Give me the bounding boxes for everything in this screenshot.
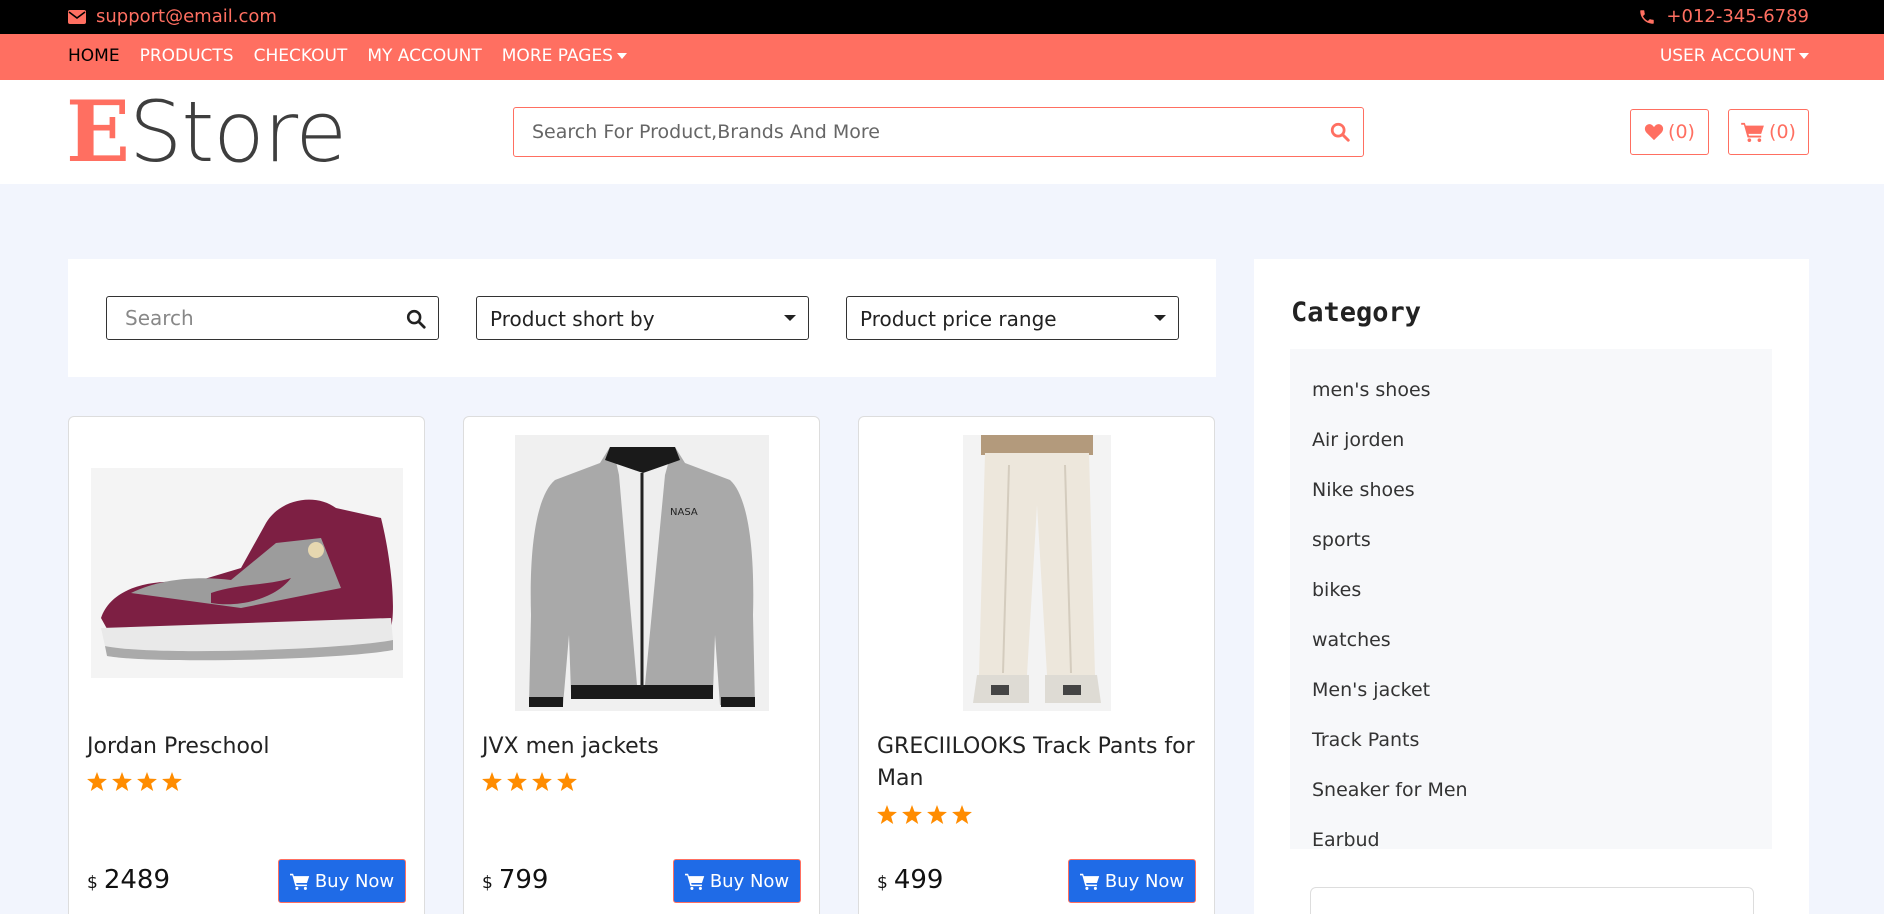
support-phone[interactable]: +012-345-6789: [1638, 6, 1809, 27]
price-range-dropdown-label: Product price range: [860, 307, 1057, 331]
star-icon: [952, 805, 972, 824]
chevron-down-icon: [1799, 53, 1809, 59]
star-icon: [557, 772, 577, 791]
buy-now-label: Buy Now: [709, 870, 790, 892]
buy-now-label: Buy Now: [1104, 870, 1185, 892]
category-item[interactable]: sports: [1312, 529, 1371, 551]
category-sidebar: Category men's shoes Air jorden Nike sho…: [1254, 259, 1809, 914]
category-item[interactable]: Air jorden: [1312, 429, 1404, 451]
category-item[interactable]: bikes: [1312, 579, 1361, 601]
product-search-box: [106, 296, 439, 340]
filter-bar: Product short by Product price range: [68, 259, 1216, 377]
nav-home[interactable]: HOME: [68, 46, 120, 66]
buy-now-button[interactable]: Buy Now: [278, 859, 406, 903]
sort-dropdown[interactable]: Product short by: [476, 296, 809, 340]
cart-count: (0): [1769, 121, 1796, 143]
phone-text: +012-345-6789: [1666, 6, 1809, 27]
currency-symbol: $: [482, 873, 493, 893]
product-price: $2489: [87, 865, 170, 895]
buy-now-button[interactable]: Buy Now: [1068, 859, 1196, 903]
wishlist-button[interactable]: (0): [1630, 109, 1709, 155]
product-image-shoe[interactable]: [87, 435, 407, 711]
product-title[interactable]: JVX men jackets: [482, 731, 802, 763]
star-icon: [877, 805, 897, 824]
product-title[interactable]: GRECIILOOKS Track Pants for Man: [877, 731, 1197, 795]
search-icon[interactable]: [405, 308, 427, 335]
support-email[interactable]: support@email.com: [68, 6, 277, 27]
product-card[interactable]: GRECIILOOKS Track Pants for Man $499 Buy…: [858, 416, 1215, 914]
nav-more-pages[interactable]: MORE PAGES: [502, 46, 627, 66]
wishlist-count: (0): [1668, 121, 1695, 143]
product-search-input[interactable]: [107, 297, 387, 339]
cart-icon: [1079, 873, 1100, 890]
email-text: support@email.com: [96, 6, 277, 27]
nav-my-account[interactable]: MY ACCOUNT: [367, 46, 481, 66]
currency-symbol: $: [87, 873, 98, 893]
star-icon: [532, 772, 552, 791]
buy-now-label: Buy Now: [314, 870, 395, 892]
category-item[interactable]: Nike shoes: [1312, 479, 1415, 501]
search-icon[interactable]: [1329, 121, 1351, 147]
logo-letter: E: [66, 82, 130, 181]
price-range-dropdown[interactable]: Product price range: [846, 296, 1179, 340]
category-item[interactable]: Sneaker for Men: [1312, 779, 1468, 801]
heart-icon: [1644, 124, 1664, 141]
product-price: $799: [482, 865, 548, 895]
star-icon: [507, 772, 527, 791]
price-value: 2489: [103, 865, 170, 895]
nav-more-pages-label: MORE PAGES: [501, 46, 613, 66]
price-value: 499: [893, 865, 944, 895]
site-logo[interactable]: EStore: [66, 82, 347, 181]
product-card[interactable]: Jordan Preschool $2489 Buy Now: [68, 416, 425, 914]
category-item[interactable]: men's shoes: [1312, 379, 1431, 401]
logo-text: Store: [129, 83, 347, 181]
price-value: 799: [498, 865, 549, 895]
chevron-down-icon: [616, 53, 627, 59]
product-card[interactable]: NASA JVX men jackets $799 Buy Now: [463, 416, 820, 914]
envelope-icon: [68, 9, 86, 24]
top-bar: support@email.com +012-345-6789: [0, 0, 1884, 34]
category-list[interactable]: men's shoes Air jorden Nike shoes sports…: [1290, 349, 1772, 849]
category-heading: Category: [1291, 297, 1422, 328]
product-image-jacket[interactable]: NASA: [482, 435, 802, 711]
product-image-track-pants[interactable]: [877, 435, 1197, 711]
phone-icon: [1640, 9, 1655, 24]
star-icon: [927, 805, 947, 824]
cart-icon: [289, 873, 310, 890]
star-icon: [112, 772, 132, 791]
category-item[interactable]: Track Pants: [1312, 729, 1419, 751]
sidebar-product-card[interactable]: [1310, 887, 1754, 914]
category-item[interactable]: Earbud: [1312, 829, 1380, 849]
nav-user-account[interactable]: USER ACCOUNT: [1660, 46, 1809, 66]
cart-icon: [684, 873, 705, 890]
star-icon: [482, 772, 502, 791]
nav-products[interactable]: PRODUCTS: [140, 46, 234, 66]
nav-user-account-label: USER ACCOUNT: [1659, 46, 1795, 66]
cart-icon: [1741, 122, 1764, 142]
main-search-input[interactable]: [514, 108, 1314, 156]
star-icon: [162, 772, 182, 791]
nav-checkout[interactable]: CHECKOUT: [254, 46, 348, 66]
star-icon: [137, 772, 157, 791]
chevron-down-icon: [784, 315, 796, 321]
header: EStore (0) (0): [0, 80, 1884, 184]
sort-dropdown-label: Product short by: [490, 307, 655, 331]
main-nav: HOME PRODUCTS CHECKOUT MY ACCOUNT MORE P…: [0, 34, 1884, 80]
product-rating: [87, 772, 182, 791]
main-search-box: [513, 107, 1364, 157]
star-icon: [902, 805, 922, 824]
star-icon: [87, 772, 107, 791]
chevron-down-icon: [1154, 315, 1166, 321]
product-price: $499: [877, 865, 943, 895]
category-item[interactable]: watches: [1312, 629, 1391, 651]
cart-button[interactable]: (0): [1728, 109, 1809, 155]
category-item[interactable]: Men's jacket: [1312, 679, 1430, 701]
svg-text:NASA: NASA: [670, 507, 698, 518]
currency-symbol: $: [877, 873, 888, 893]
product-rating: [482, 772, 577, 791]
product-title[interactable]: Jordan Preschool: [87, 731, 407, 763]
product-rating: [877, 805, 972, 824]
buy-now-button[interactable]: Buy Now: [673, 859, 801, 903]
